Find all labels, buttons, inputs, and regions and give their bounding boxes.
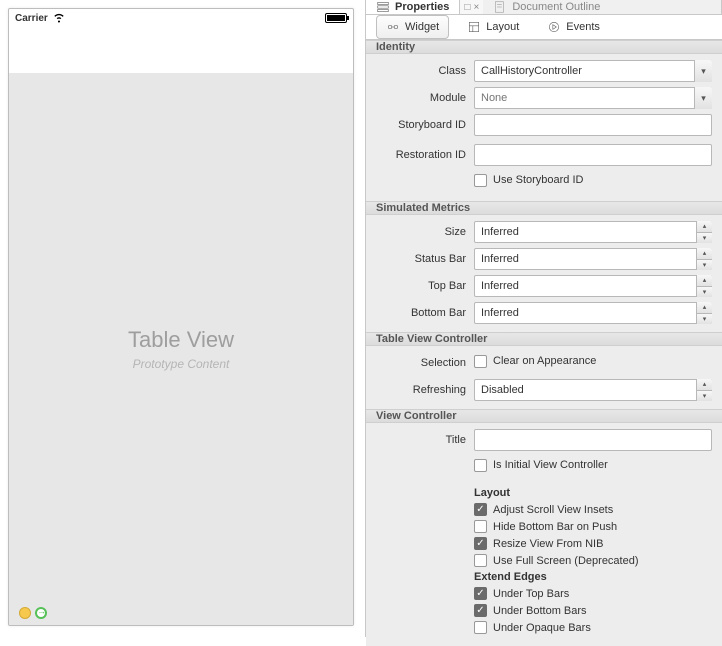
class-label: Class bbox=[376, 65, 474, 77]
title-input[interactable] bbox=[474, 429, 712, 451]
section-vc-header: View Controller bbox=[366, 409, 722, 423]
wifi-icon bbox=[52, 10, 66, 27]
first-responder-icon[interactable] bbox=[19, 607, 31, 619]
use-storyboard-id-checkbox[interactable] bbox=[474, 174, 487, 187]
restoration-id-input[interactable] bbox=[474, 144, 712, 166]
extend-edges-subheader: Extend Edges bbox=[474, 571, 712, 583]
section-identity: Class ▾ Module ▾ Storyboard ID Restorati… bbox=[366, 54, 722, 201]
use-full-screen-checkbox[interactable] bbox=[474, 554, 487, 567]
carrier-label: Carrier bbox=[15, 13, 48, 24]
size-select[interactable] bbox=[474, 221, 712, 243]
close-icon[interactable]: × bbox=[473, 2, 479, 13]
section-tvc-header: Table View Controller bbox=[366, 332, 722, 346]
scene-dock bbox=[19, 607, 47, 619]
table-view-placeholder[interactable]: Table View Prototype Content bbox=[9, 73, 353, 625]
layout-subheader: Layout bbox=[474, 487, 712, 499]
topbar-stepper[interactable]: ▴▾ bbox=[696, 275, 712, 297]
size-stepper[interactable]: ▴▾ bbox=[696, 221, 712, 243]
statusbar-stepper[interactable]: ▴▾ bbox=[696, 248, 712, 270]
subtab-events-label: Events bbox=[566, 21, 600, 33]
exit-icon[interactable] bbox=[35, 607, 47, 619]
table-view-subtitle: Prototype Content bbox=[133, 357, 230, 371]
hide-bottom-bar-checkbox[interactable] bbox=[474, 520, 487, 533]
adjust-insets-label: Adjust Scroll View Insets bbox=[493, 504, 613, 516]
size-label: Size bbox=[376, 226, 474, 238]
bottombar-select[interactable] bbox=[474, 302, 712, 324]
resize-from-nib-checkbox[interactable] bbox=[474, 537, 487, 550]
selection-label: Selection bbox=[376, 357, 474, 369]
widget-icon bbox=[386, 20, 400, 34]
under-bottom-checkbox[interactable] bbox=[474, 604, 487, 617]
statusbar-label: Status Bar bbox=[376, 253, 474, 265]
refreshing-select[interactable] bbox=[474, 379, 712, 401]
topbar-label: Top Bar bbox=[376, 280, 474, 292]
title-label: Title bbox=[376, 434, 474, 446]
is-initial-checkbox[interactable] bbox=[474, 459, 487, 472]
under-opaque-checkbox[interactable] bbox=[474, 621, 487, 634]
section-tvc: Selection Clear on Appearance Refreshing… bbox=[366, 346, 722, 409]
tab-properties[interactable]: Properties bbox=[366, 0, 460, 14]
tab-controls: □ × bbox=[460, 0, 483, 14]
tab-properties-label: Properties bbox=[395, 1, 449, 13]
storyboard-canvas: Carrier Table View Prototype Content bbox=[0, 0, 365, 637]
statusbar-select[interactable] bbox=[474, 248, 712, 270]
section-vc: Title Is Initial View Controller Layout … bbox=[366, 423, 722, 646]
refreshing-label: Refreshing bbox=[376, 384, 474, 396]
restoration-id-label: Restoration ID bbox=[376, 149, 474, 161]
undock-icon[interactable]: □ bbox=[464, 2, 470, 13]
status-bar: Carrier bbox=[9, 9, 353, 27]
storyboard-id-input[interactable] bbox=[474, 114, 712, 136]
layout-icon bbox=[467, 20, 481, 34]
section-identity-header: Identity bbox=[366, 40, 722, 54]
table-view-title: Table View bbox=[128, 327, 234, 353]
phone-frame: Carrier Table View Prototype Content bbox=[8, 8, 354, 626]
storyboard-id-label: Storyboard ID bbox=[376, 119, 474, 131]
bottombar-stepper[interactable]: ▴▾ bbox=[696, 302, 712, 324]
use-storyboard-id-label: Use Storyboard ID bbox=[493, 174, 583, 186]
subtab-events[interactable]: Events bbox=[537, 15, 610, 39]
topbar-select[interactable] bbox=[474, 275, 712, 297]
under-top-checkbox[interactable] bbox=[474, 587, 487, 600]
hide-bottom-bar-label: Hide Bottom Bar on Push bbox=[493, 521, 617, 533]
battery-icon bbox=[325, 13, 347, 23]
subtab-layout-label: Layout bbox=[486, 21, 519, 33]
under-bottom-label: Under Bottom Bars bbox=[493, 605, 587, 617]
pane-tabs: Properties □ × Document Outline bbox=[366, 0, 722, 15]
tab-doc-outline-label: Document Outline bbox=[512, 1, 600, 13]
tab-document-outline[interactable]: Document Outline bbox=[483, 0, 722, 14]
class-dropdown-button[interactable]: ▾ bbox=[694, 60, 712, 82]
clear-on-appearance-checkbox[interactable] bbox=[474, 355, 487, 368]
subtab-layout[interactable]: Layout bbox=[457, 15, 529, 39]
section-metrics: Size ▴▾ Status Bar ▴▾ Top Bar ▴▾ Bottom … bbox=[366, 215, 722, 332]
properties-icon bbox=[376, 0, 390, 14]
module-combobox[interactable] bbox=[474, 87, 712, 109]
use-full-screen-label: Use Full Screen (Deprecated) bbox=[493, 555, 639, 567]
events-icon bbox=[547, 20, 561, 34]
subtab-widget[interactable]: Widget bbox=[376, 15, 449, 39]
refreshing-stepper[interactable]: ▴▾ bbox=[696, 379, 712, 401]
module-dropdown-button[interactable]: ▾ bbox=[694, 87, 712, 109]
class-combobox[interactable] bbox=[474, 60, 712, 82]
doc-outline-icon bbox=[493, 0, 507, 14]
under-top-label: Under Top Bars bbox=[493, 588, 569, 600]
adjust-insets-checkbox[interactable] bbox=[474, 503, 487, 516]
subtab-widget-label: Widget bbox=[405, 21, 439, 33]
module-label: Module bbox=[376, 92, 474, 104]
bottombar-label: Bottom Bar bbox=[376, 307, 474, 319]
properties-pane: Properties □ × Document Outline Widget L… bbox=[365, 0, 722, 637]
under-opaque-label: Under Opaque Bars bbox=[493, 622, 591, 634]
section-metrics-header: Simulated Metrics bbox=[366, 201, 722, 215]
resize-from-nib-label: Resize View From NIB bbox=[493, 538, 603, 550]
is-initial-label: Is Initial View Controller bbox=[493, 459, 608, 471]
clear-on-appearance-label: Clear on Appearance bbox=[493, 355, 596, 367]
inspector-subtabs: Widget Layout Events bbox=[366, 15, 722, 40]
